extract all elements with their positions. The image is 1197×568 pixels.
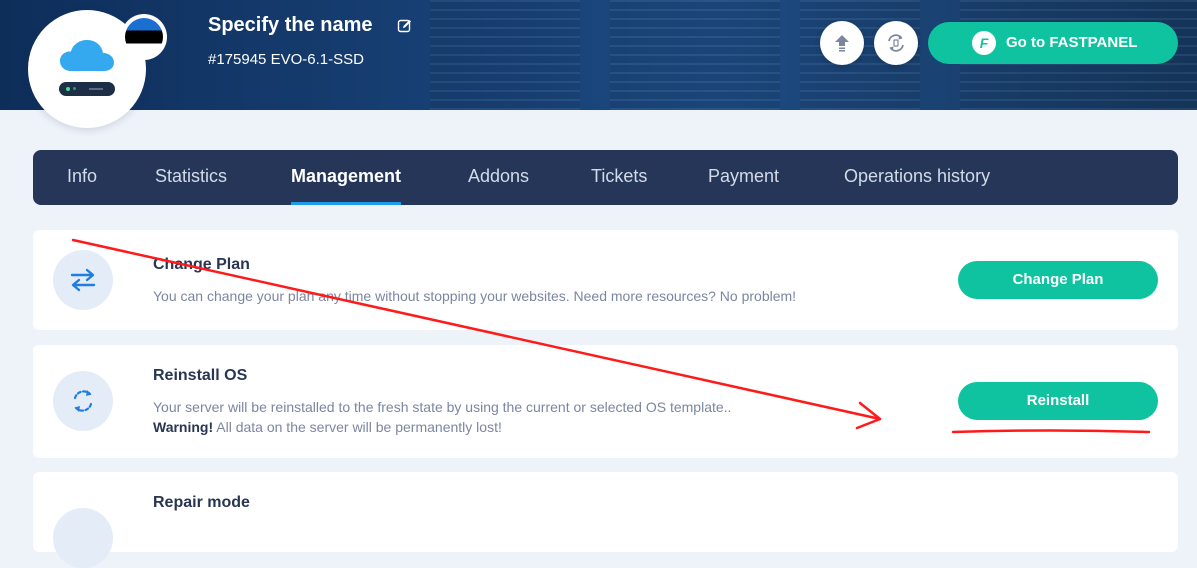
server-tabs: Info Statistics Management Addons Ticket… <box>33 150 1178 205</box>
reinstall-arrows-icon <box>73 390 93 412</box>
reinstall-os-card: Reinstall OS Your server will be reinsta… <box>33 345 1178 458</box>
change-plan-icon-circle <box>53 250 113 310</box>
reinstall-os-description: Your server will be reinstalled to the f… <box>153 399 732 415</box>
tab-payment[interactable]: Payment <box>708 150 779 205</box>
country-flag-icon <box>121 14 167 60</box>
reload-icon <box>888 34 904 52</box>
server-header: Specify the name #175945 EVO-6.1-SSD F G… <box>0 0 1197 110</box>
reinstall-button[interactable]: Reinstall <box>958 382 1158 420</box>
tab-info[interactable]: Info <box>67 150 97 205</box>
change-plan-card: Change Plan You can change your plan any… <box>33 230 1178 330</box>
repair-icon-circle <box>53 508 113 568</box>
upgrade-button[interactable] <box>820 21 864 65</box>
tab-statistics[interactable]: Statistics <box>155 150 227 205</box>
upload-arrow-icon <box>835 35 849 52</box>
tab-tickets[interactable]: Tickets <box>591 150 647 205</box>
cloud-icon <box>60 40 114 71</box>
warning-text: All data on the server will be permanent… <box>213 419 502 435</box>
server-id-plan: #175945 EVO-6.1-SSD <box>208 51 364 68</box>
reinstall-warning: Warning! All data on the server will be … <box>153 419 502 435</box>
reinstall-os-title: Reinstall OS <box>153 367 248 384</box>
reinstall-icon-circle <box>53 371 113 431</box>
reload-button[interactable] <box>874 21 918 65</box>
swap-arrows-icon <box>70 268 96 292</box>
header-background-decoration <box>430 0 580 110</box>
server-name: Specify the name <box>208 14 373 36</box>
edit-icon[interactable] <box>397 18 413 34</box>
change-plan-button[interactable]: Change Plan <box>958 261 1158 299</box>
repair-mode-card: Repair mode <box>33 472 1178 568</box>
header-background-decoration <box>610 0 780 110</box>
server-icon <box>59 82 115 96</box>
fastpanel-logo-icon: F <box>972 31 996 55</box>
change-plan-title: Change Plan <box>153 256 250 273</box>
warning-label: Warning! <box>153 419 214 435</box>
tab-addons[interactable]: Addons <box>468 150 529 205</box>
tab-management[interactable]: Management <box>291 150 402 205</box>
change-plan-description: You can change your plan any time withou… <box>153 288 797 304</box>
tab-operations-history[interactable]: Operations history <box>844 150 990 205</box>
go-to-fastpanel-button[interactable]: F Go to FASTPANEL <box>928 22 1178 64</box>
fastpanel-button-label: Go to FASTPANEL <box>1006 34 1138 51</box>
repair-mode-title: Repair mode <box>153 494 250 511</box>
